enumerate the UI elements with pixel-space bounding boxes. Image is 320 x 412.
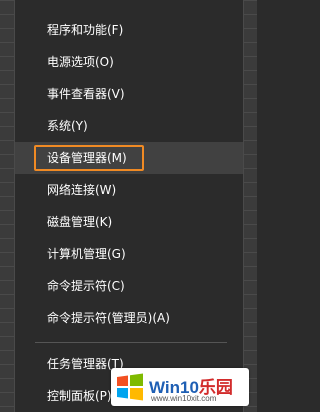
menu-item-command-prompt-admin[interactable]: 命令提示符(管理员)(A) [15,302,243,334]
screenshot-stage: 程序和功能(F) 电源选项(O) 事件查看器(V) 系统(Y) 设备管理器(M)… [0,0,257,412]
watermark-logo: Win10乐园 www.win10xit.com [111,368,249,406]
menu-item-event-viewer[interactable]: 事件查看器(V) [15,78,243,110]
menu-list-upper: 程序和功能(F) 电源选项(O) 事件查看器(V) 系统(Y) 设备管理器(M)… [15,14,243,351]
menu-item-system[interactable]: 系统(Y) [15,110,243,142]
menu-separator [35,342,227,343]
winx-context-menu: 程序和功能(F) 电源选项(O) 事件查看器(V) 系统(Y) 设备管理器(M)… [14,0,244,412]
windows-logo-icon [117,373,143,401]
menu-item-power-options[interactable]: 电源选项(O) [15,46,243,78]
background-window-edge-right [243,0,257,412]
menu-item-programs-and-features[interactable]: 程序和功能(F) [15,14,243,46]
menu-item-device-manager[interactable]: 设备管理器(M) [15,142,243,174]
menu-item-network-connections[interactable]: 网络连接(W) [15,174,243,206]
menu-item-command-prompt[interactable]: 命令提示符(C) [15,270,243,302]
watermark-brand: Win10乐园 [149,377,233,397]
watermark-url: www.win10xit.com [151,394,217,403]
highlight-box [34,145,144,171]
menu-item-computer-management[interactable]: 计算机管理(G) [15,238,243,270]
menu-item-disk-management[interactable]: 磁盘管理(K) [15,206,243,238]
